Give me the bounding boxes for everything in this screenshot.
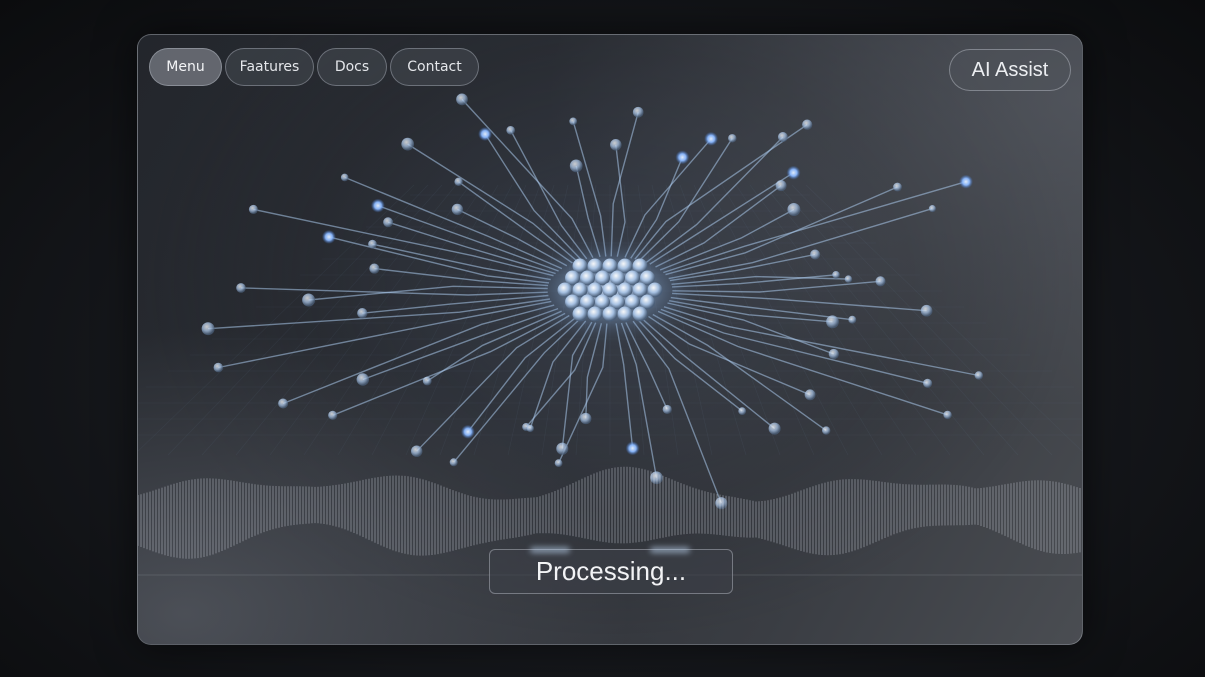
circuit-node (526, 424, 534, 433)
circuit-node (920, 304, 933, 317)
circuit-node (802, 119, 813, 130)
circuit-node (787, 203, 801, 216)
circuit-node (556, 442, 569, 455)
circuit-node (848, 315, 857, 324)
circuit-node (974, 371, 983, 380)
grid-line (269, 184, 471, 456)
circuit-trace (663, 306, 979, 377)
circuit-node (401, 137, 415, 151)
circuit-node (828, 348, 839, 360)
status-glow (650, 547, 690, 553)
circuit-node (569, 159, 583, 173)
circuit-node (786, 165, 801, 180)
circuit-node (738, 407, 747, 415)
circuit-node (248, 204, 258, 214)
circuit-node (236, 283, 246, 293)
circuit-node (449, 458, 458, 467)
circuit-node (302, 293, 316, 307)
core-sphere (632, 306, 648, 322)
circuit-node (410, 445, 423, 457)
circuit-node (328, 410, 338, 420)
circuit-node (278, 398, 289, 409)
circuit-node (370, 198, 385, 213)
circuit-trace (660, 308, 928, 384)
circuit-trace (208, 298, 551, 330)
circuit-node (213, 362, 224, 373)
circuit-trace (453, 318, 581, 463)
nav-docs-button[interactable]: Docs (317, 48, 387, 86)
circuit-trace (668, 207, 933, 280)
circuit-trace (344, 176, 563, 270)
circuit-trace (416, 314, 570, 452)
circuit-node (804, 389, 816, 401)
circuit-node (822, 426, 831, 435)
circuit-node (201, 322, 215, 336)
circuit-node (340, 173, 349, 182)
circuit-trace (632, 320, 722, 504)
grid-line (405, 184, 527, 456)
circuit-trace (253, 208, 554, 277)
circuit-node (369, 263, 380, 274)
circuit-node (610, 139, 622, 151)
grid-line (693, 184, 815, 456)
nav-features-button[interactable]: Faatures (225, 48, 314, 86)
grid-line (337, 184, 499, 456)
circuit-node (650, 471, 663, 485)
circuit-node (675, 150, 690, 165)
status-glow (530, 547, 570, 553)
circuit-node (959, 174, 973, 189)
circuit-node (704, 131, 719, 146)
grid-line (721, 184, 883, 456)
nav-contact-button[interactable]: Contact (390, 48, 479, 86)
circuit-node (777, 132, 788, 142)
core-sphere (572, 306, 588, 322)
circuit-node (844, 275, 853, 283)
circuit-node (775, 180, 787, 192)
circuit-node (632, 106, 644, 118)
processing-status: Processing... (489, 547, 733, 594)
circuit-node (875, 276, 886, 287)
circuit-node (478, 127, 493, 141)
circuit-node (356, 373, 370, 386)
circuit-node (768, 422, 781, 435)
processing-label: Processing... (535, 556, 687, 586)
circuit-node (383, 217, 394, 228)
stage: Menu Faatures Docs Contact AI Assist Pro… (0, 0, 1205, 677)
circuit-node (357, 308, 368, 319)
circuit-node (321, 229, 336, 244)
circuit-node (422, 376, 432, 386)
circuit-node (923, 378, 933, 388)
circuit-node (832, 270, 840, 279)
core-sphere (617, 306, 633, 322)
circuit-node (569, 117, 578, 126)
circuit-node (454, 177, 463, 186)
circuit-node (580, 412, 592, 425)
circuit-node (943, 410, 952, 420)
circuit-node (893, 182, 902, 192)
circuit-node (506, 125, 516, 135)
circuit-trace (610, 112, 639, 257)
circuit-node (368, 239, 377, 249)
nav-menu-button[interactable]: Menu (149, 48, 222, 86)
circuit-trace (282, 304, 555, 405)
circuit-node (662, 404, 672, 414)
circuit-node (625, 441, 640, 456)
circuit-node (810, 249, 821, 260)
top-nav: Menu Faatures Docs Contact (149, 48, 479, 86)
ai-assist-button[interactable]: AI Assist (949, 49, 1071, 91)
circuit-node (826, 315, 839, 329)
core-sphere (587, 306, 603, 322)
circuit-node (456, 93, 468, 106)
core-sphere (602, 306, 618, 322)
circuit-node (451, 203, 464, 216)
circuit-node (554, 459, 563, 467)
grid-line (138, 184, 415, 452)
app-window: Menu Faatures Docs Contact AI Assist Pro… (137, 34, 1083, 645)
circuit-trace (407, 143, 578, 262)
circuit-trace (332, 312, 566, 416)
grid-line (201, 184, 443, 456)
circuit-node (460, 424, 475, 439)
circuit-node (728, 134, 737, 143)
circuit-node (928, 205, 936, 213)
